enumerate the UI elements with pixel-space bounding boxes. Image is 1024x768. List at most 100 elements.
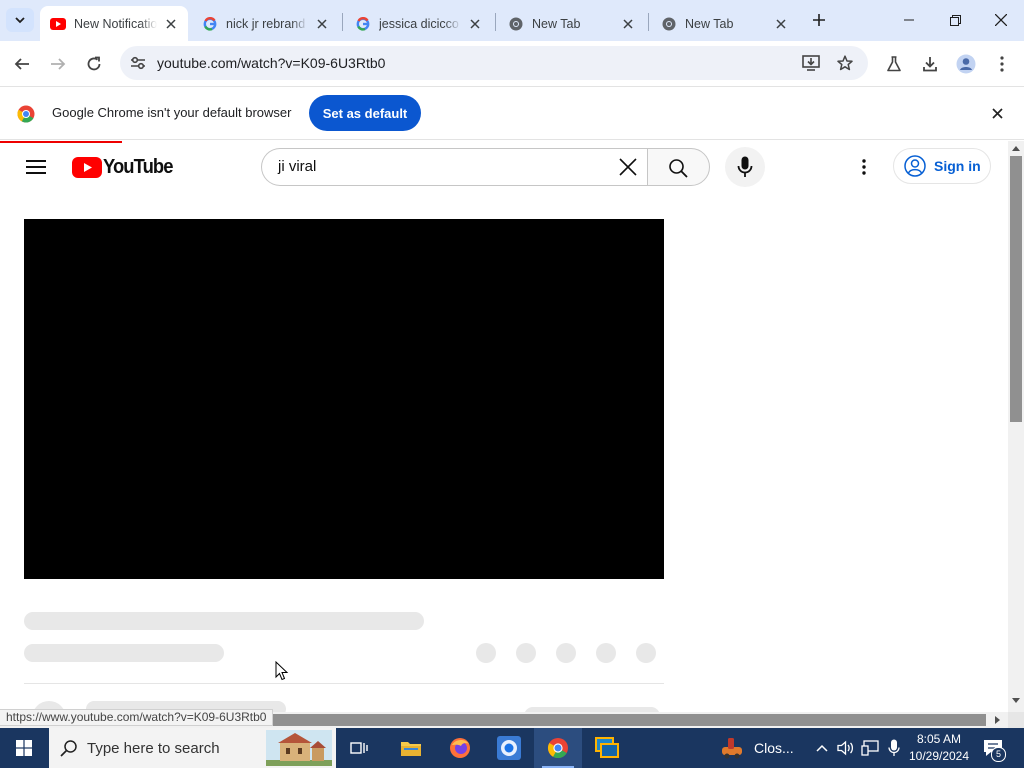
scroll-up-icon[interactable] xyxy=(1012,145,1020,151)
network-icon xyxy=(861,740,879,756)
profile-button[interactable] xyxy=(954,52,978,76)
network-button[interactable] xyxy=(860,739,880,757)
scroll-right-icon[interactable] xyxy=(995,716,1001,724)
reload-button[interactable] xyxy=(82,52,106,76)
action-placeholder xyxy=(596,643,616,663)
search-query-text: ji viral xyxy=(278,158,317,175)
infobar-close-button[interactable] xyxy=(988,104,1006,122)
tab-separator xyxy=(495,13,496,31)
chevron-up-icon xyxy=(816,744,828,752)
remote-desktop-button[interactable] xyxy=(583,728,631,768)
restore-button[interactable] xyxy=(932,0,978,40)
close-tab-icon[interactable] xyxy=(773,16,789,32)
youtube-page: YouTube ji viral Sign in xyxy=(0,141,1008,712)
close-tab-icon[interactable] xyxy=(314,16,330,32)
tab-separator xyxy=(342,13,343,31)
tab-nick-jr-rebrand[interactable]: nick jr rebrand xyxy=(192,6,340,41)
minimize-icon xyxy=(904,19,914,21)
task-view-icon xyxy=(350,742,368,754)
microphone-tray-button[interactable] xyxy=(884,739,904,757)
youtube-icon xyxy=(50,16,66,32)
tab-search-button[interactable] xyxy=(6,8,34,32)
voice-search-button[interactable] xyxy=(725,147,765,187)
arrow-left-icon xyxy=(14,58,29,70)
settings-menu-button[interactable] xyxy=(852,155,876,179)
search-button[interactable] xyxy=(647,148,710,186)
google-icon xyxy=(355,16,371,32)
search-input[interactable]: ji viral xyxy=(261,148,647,186)
search-highlight-icon xyxy=(266,730,332,766)
address-bar[interactable]: youtube.com/watch?v=K09-6U3Rtb0 xyxy=(120,46,868,80)
weather-label: Clos... xyxy=(754,740,794,756)
close-tab-icon[interactable] xyxy=(467,16,483,32)
clear-search-button[interactable] xyxy=(616,155,640,179)
close-tab-icon[interactable] xyxy=(620,16,636,32)
tab-new-notification[interactable]: New Notification xyxy=(40,6,188,41)
youtube-logo-text: YouTube xyxy=(103,155,173,178)
page-loading-bar xyxy=(0,141,122,143)
site-info-button[interactable] xyxy=(128,53,148,73)
vertical-scroll-thumb[interactable] xyxy=(1010,156,1022,422)
install-app-button[interactable] xyxy=(800,53,822,73)
firefox-button[interactable] xyxy=(436,728,484,768)
close-window-button[interactable] xyxy=(978,0,1024,40)
more-vert-icon xyxy=(862,159,866,175)
task-view-button[interactable] xyxy=(336,728,384,768)
forward-button[interactable] xyxy=(46,52,70,76)
weather-widget[interactable]: Clos... xyxy=(720,734,794,762)
chrome-taskbar-button[interactable] xyxy=(534,728,582,768)
close-tab-icon[interactable] xyxy=(163,16,178,32)
taskbar-search-box[interactable]: Type here to search xyxy=(49,728,336,768)
chromium-button[interactable] xyxy=(485,728,533,768)
windows-taskbar: Type here to search Clos... 8:05 AM 10/2… xyxy=(0,728,1024,768)
channel-placeholder xyxy=(24,644,224,662)
chrome-menu-button[interactable] xyxy=(990,52,1014,76)
mouse-cursor-icon xyxy=(275,661,289,681)
downloads-button[interactable] xyxy=(918,52,942,76)
close-icon xyxy=(991,107,1003,119)
more-vert-icon xyxy=(1000,56,1004,72)
url-text: youtube.com/watch?v=K09-6U3Rtb0 xyxy=(157,55,386,71)
video-player[interactable] xyxy=(24,219,664,579)
chrome-icon xyxy=(508,16,524,32)
flask-icon xyxy=(887,56,901,72)
taskbar-clock[interactable]: 8:05 AM 10/29/2024 xyxy=(906,731,972,765)
minimize-button[interactable] xyxy=(886,0,932,40)
action-placeholder xyxy=(556,643,576,663)
close-icon xyxy=(619,158,637,176)
back-button[interactable] xyxy=(10,52,34,76)
close-icon xyxy=(995,14,1007,26)
bookmark-button[interactable] xyxy=(834,53,856,73)
clock-date: 10/29/2024 xyxy=(908,749,970,763)
tab-jessica-dicicco[interactable]: jessica dicicco xyxy=(345,6,493,41)
labs-button[interactable] xyxy=(882,52,906,76)
taskbar-search-placeholder: Type here to search xyxy=(87,740,220,757)
install-icon xyxy=(802,55,820,71)
sign-in-button[interactable]: Sign in xyxy=(893,148,991,184)
start-button[interactable] xyxy=(0,728,48,768)
arrow-right-icon xyxy=(51,58,66,70)
volume-button[interactable] xyxy=(836,739,856,757)
tab-new-tab-1[interactable]: New Tab xyxy=(498,6,646,41)
hamburger-menu-icon xyxy=(26,160,46,174)
tab-title: nick jr rebrand xyxy=(226,16,306,31)
microphone-icon xyxy=(888,739,900,756)
search-icon xyxy=(669,159,688,178)
action-placeholder xyxy=(476,643,496,663)
guide-menu-button[interactable] xyxy=(24,155,48,179)
set-as-default-button[interactable]: Set as default xyxy=(309,95,421,131)
show-hidden-icons-button[interactable] xyxy=(814,739,830,757)
notification-center-button[interactable]: 5 xyxy=(980,736,1006,762)
traffic-icon xyxy=(722,738,742,759)
horizontal-scroll-thumb[interactable] xyxy=(272,714,986,726)
file-explorer-button[interactable] xyxy=(387,728,435,768)
tab-title: New Tab xyxy=(685,16,734,31)
tab-new-tab-2[interactable]: New Tab xyxy=(651,6,799,41)
new-tab-button[interactable] xyxy=(807,8,831,32)
youtube-logo-icon xyxy=(72,156,102,178)
scroll-down-icon[interactable] xyxy=(1012,698,1020,704)
action-placeholder xyxy=(636,643,656,663)
speaker-icon xyxy=(837,740,854,756)
vertical-scrollbar[interactable] xyxy=(1008,141,1024,712)
youtube-logo[interactable]: YouTube xyxy=(72,155,179,179)
